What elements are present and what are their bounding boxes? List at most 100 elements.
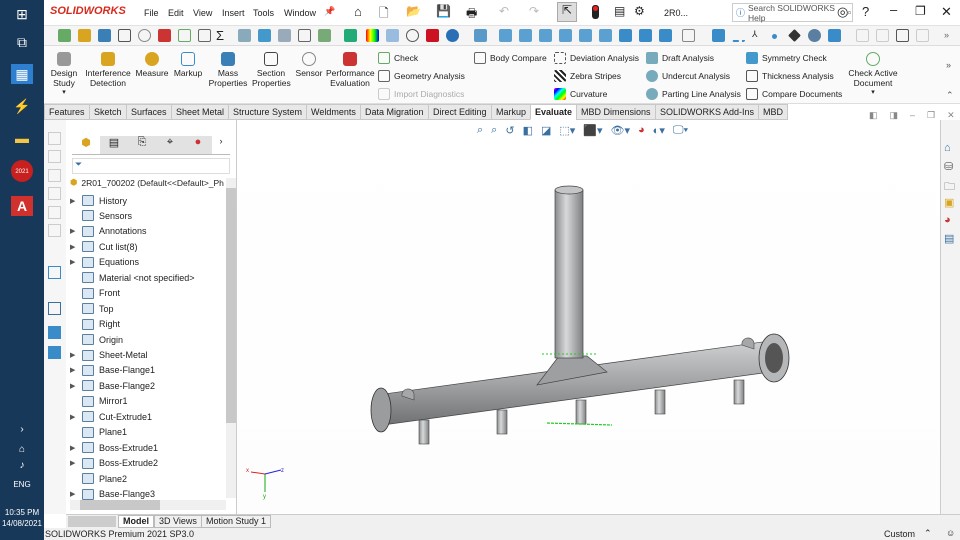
new-document-icon[interactable]: 🗋 <box>379 4 389 25</box>
verify-icon[interactable] <box>406 29 419 42</box>
view-top-icon[interactable] <box>579 29 592 42</box>
tree-root-part[interactable]: ⬢ 2R01_700202 (Default<<Default>_Ph <box>70 177 228 188</box>
design-library-icon[interactable]: ⛁ <box>944 160 953 173</box>
compare-documents-button[interactable]: Compare Documents <box>746 88 842 100</box>
tree-vertical-scrollbar[interactable] <box>226 178 236 498</box>
view-icon[interactable] <box>48 150 61 163</box>
rebuild-traffic-light-icon[interactable] <box>592 5 599 19</box>
tab-motion-study-1[interactable]: Motion Study 1 <box>201 515 272 528</box>
undercut-analysis-button[interactable]: Undercut Analysis <box>646 70 730 82</box>
display-manager-tab-icon[interactable]: ● <box>184 136 212 154</box>
home-icon[interactable]: ⌂ <box>354 4 362 19</box>
expand-arrow-icon[interactable]: ▶ <box>70 413 82 421</box>
tab-data-migration[interactable]: Data Migration <box>360 104 429 120</box>
performance-evaluation-button[interactable]: Performance Evaluation <box>326 52 375 88</box>
measure-button[interactable]: Measure <box>134 52 170 78</box>
deviation-icon[interactable] <box>238 29 251 42</box>
calculator-app-icon[interactable]: ▦ <box>11 64 33 84</box>
menu-file[interactable]: File <box>144 8 159 18</box>
component-icon[interactable] <box>48 326 61 339</box>
tab-solidworks-add-ins[interactable]: SOLIDWORKS Add-Ins <box>655 104 760 120</box>
view-trimetric-icon[interactable] <box>659 29 672 42</box>
view-icon[interactable] <box>48 206 61 219</box>
mass-properties-button[interactable]: Mass Properties <box>208 52 248 88</box>
spell-check-icon[interactable] <box>58 29 71 42</box>
part-model[interactable]: z x y <box>237 120 940 514</box>
sensor-icon[interactable] <box>138 29 151 42</box>
tab-scroll-buttons[interactable] <box>68 516 116 527</box>
custom-properties-icon[interactable]: ▤ <box>944 232 954 245</box>
tree-item[interactable]: ▶ Boss-Extrude2 <box>70 456 158 471</box>
language-indicator[interactable]: ENG <box>0 480 44 489</box>
chevron-up-icon[interactable]: › <box>11 420 33 440</box>
tree-item[interactable]: Origin <box>70 332 123 347</box>
interference-detection-button[interactable]: Interference Detection <box>84 52 132 88</box>
restore-button[interactable]: ❐ <box>915 4 926 18</box>
close-button[interactable]: ✕ <box>941 4 952 20</box>
tab-weldments[interactable]: Weldments <box>306 104 361 120</box>
clock-date[interactable]: 14/08/2021 <box>0 519 44 528</box>
tree-item[interactable]: ▶ Annotations <box>70 224 147 239</box>
redo-icon[interactable]: ↷ <box>529 4 539 18</box>
tab-structure-system[interactable]: Structure System <box>228 104 308 120</box>
tree-item[interactable]: ▶ Sheet-Metal <box>70 348 148 363</box>
deviation-analysis-button[interactable]: Deviation Analysis <box>554 52 639 64</box>
view-icon[interactable] <box>48 224 61 237</box>
tab-mbd-dimensions[interactable]: MBD Dimensions <box>576 104 656 120</box>
section-properties-icon[interactable] <box>118 29 131 42</box>
dimxpert-tab-icon[interactable]: ⌖ <box>156 136 184 154</box>
compare-icon[interactable] <box>298 29 311 42</box>
sketch-icon[interactable] <box>48 266 61 279</box>
mate-reference-icon[interactable] <box>788 29 801 42</box>
volume-icon[interactable]: ♪ <box>11 456 33 476</box>
tree-horizontal-scrollbar[interactable] <box>70 500 226 510</box>
view-icon[interactable] <box>48 169 61 182</box>
expand-arrow-icon[interactable]: ▶ <box>70 243 82 251</box>
file-properties-icon[interactable]: ▤ <box>614 4 625 18</box>
curvature-button[interactable]: Curvature <box>554 88 607 100</box>
help-question-icon[interactable]: ? <box>862 4 869 19</box>
solidworks-taskbar-icon[interactable]: 2021 <box>11 160 33 182</box>
acrobat-icon[interactable]: A <box>11 196 33 216</box>
undo-icon[interactable]: ↶ <box>499 4 509 18</box>
thickness-icon[interactable] <box>278 29 291 42</box>
tab-sheet-metal[interactable]: Sheet Metal <box>171 104 230 120</box>
smiley-feedback-icon[interactable]: ☺ <box>946 528 955 538</box>
configuration-manager-tab-icon[interactable]: ⎘ <box>128 136 156 154</box>
minimize-button[interactable]: – <box>890 2 897 17</box>
expand-chevron-icon[interactable]: » <box>946 60 951 70</box>
component-icon[interactable] <box>48 346 61 359</box>
expand-arrow-icon[interactable]: ▶ <box>70 258 82 266</box>
tree-item[interactable]: ▶ Equations <box>70 255 139 270</box>
chevron-up-icon[interactable]: ⌃ <box>924 528 932 539</box>
check-active-icon[interactable] <box>318 29 331 42</box>
tree-item[interactable]: ▶ Base-Flange1 <box>70 363 155 378</box>
curvature-icon[interactable] <box>366 29 379 42</box>
unit-system-selector[interactable]: Custom <box>884 529 915 539</box>
view-front-icon[interactable] <box>499 29 512 42</box>
check-button[interactable]: Check <box>378 52 418 64</box>
expand-arrow-icon[interactable]: ▶ <box>70 197 82 205</box>
view-left-icon[interactable] <box>539 29 552 42</box>
appearance-icon[interactable] <box>446 29 459 42</box>
parting-line-analysis-button[interactable]: Parting Line Analysis <box>646 88 741 100</box>
windows-start-icon[interactable]: ⊞ <box>11 4 33 24</box>
expand-arrow-icon[interactable]: ▶ <box>70 351 82 359</box>
chevron-right-icon[interactable]: › <box>212 136 230 154</box>
view-iso-icon[interactable] <box>619 29 632 42</box>
pin-icon[interactable]: 📌 <box>324 6 335 17</box>
collapse-ribbon-icon[interactable]: ⌃ <box>946 90 954 101</box>
note-icon[interactable] <box>856 29 869 42</box>
design-study-button[interactable]: Design Study ▾ <box>48 52 80 98</box>
tab-mbd[interactable]: MBD <box>758 104 788 120</box>
menu-window[interactable]: Window <box>284 8 316 18</box>
appearances-icon[interactable]: ◕ <box>944 214 951 226</box>
view-back-icon[interactable] <box>519 29 532 42</box>
view-dimetric-icon[interactable] <box>639 29 652 42</box>
expand-arrow-icon[interactable]: ▶ <box>70 490 82 498</box>
tree-item[interactable]: Sensors <box>70 208 132 223</box>
view-icon[interactable] <box>48 187 61 200</box>
tree-item[interactable]: Top <box>70 301 114 316</box>
help-search-input[interactable]: Search SOLIDWORKS Help <box>748 3 844 23</box>
graphics-viewport[interactable]: ⌕ ⌕ ↺ ◧ ◪ ⬚▾ ⬛▾ 👁▾ ◕ ◐▾ 🖵▾ ◧ ◨ – ❐ ✕ zxy <box>237 110 955 514</box>
